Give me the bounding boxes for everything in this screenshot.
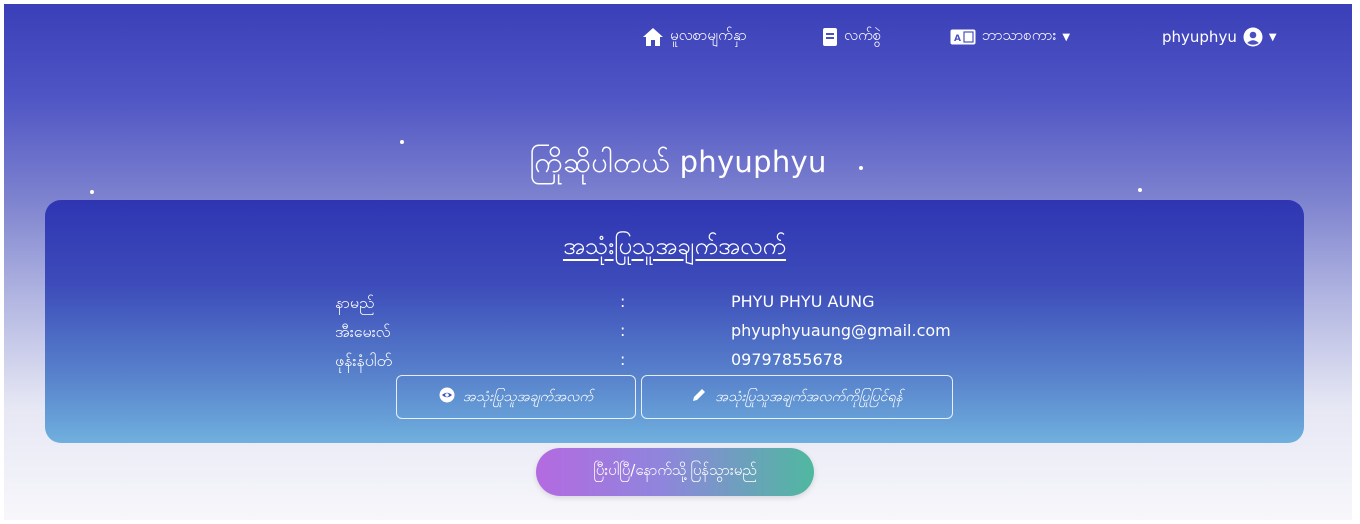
profile-row-phone: ဖုန်းနံပါတ် : 09797855678 xyxy=(45,350,1304,376)
profile-row-separator: : xyxy=(620,321,626,340)
profile-row-separator: : xyxy=(620,292,626,311)
nav-book-label: လက်စွဲ xyxy=(844,26,882,44)
profile-card: အသုံးပြုသူအချက်အလက် နာမည် : PHYU PHYU AU… xyxy=(45,200,1304,443)
eye-icon xyxy=(439,387,455,407)
profile-row-value: PHYU PHYU AUNG xyxy=(731,292,875,311)
page-background: မူလစာမျက်နှာ လက်စွဲ A ဘာသာစကား ▼ phyuphy… xyxy=(4,4,1352,520)
caret-down-icon: ▼ xyxy=(1268,31,1277,43)
profile-row-key: ဖုန်းနံပါတ် xyxy=(335,351,393,370)
svg-text:A: A xyxy=(954,34,961,44)
nav-user-label: phyuphyu xyxy=(1162,28,1237,46)
profile-row-email: အီးမေးလ် : phyuphyuaung@gmail.com xyxy=(45,321,1304,347)
profile-row-key: အီးမေးလ် xyxy=(335,322,391,341)
view-profile-label: အသုံးပြုသူအချက်အလက် xyxy=(462,388,594,405)
caret-down-icon: ▼ xyxy=(1062,31,1071,43)
home-icon xyxy=(642,27,664,47)
profile-card-title: အသုံးပြုသူအချက်အလက် xyxy=(562,232,787,260)
welcome-heading: ကြိုဆိုပါတယ် phyuphyu xyxy=(529,145,827,179)
book-icon xyxy=(822,27,838,47)
nav-home-link[interactable]: မူလစာမျက်နှာ xyxy=(642,22,747,52)
star-dot xyxy=(1138,188,1142,192)
profile-row-key: နာမည် xyxy=(335,293,375,312)
nav-user-dropdown[interactable]: phyuphyu ▼ xyxy=(1162,22,1277,52)
profile-row-name: နာမည် : PHYU PHYU AUNG xyxy=(45,292,1304,318)
nav-home-label: မူလစာမျက်နှာ xyxy=(670,26,747,44)
nav-language-label: ဘာသာစကား xyxy=(982,26,1057,44)
language-card-icon: A xyxy=(950,29,976,45)
view-profile-button[interactable]: အသုံးပြုသူအချက်အလက် xyxy=(396,375,636,419)
edit-profile-button[interactable]: အသုံးပြုသူအချက်အလက်ကိုပြုပြင်ရန် xyxy=(641,375,953,419)
nav-language-dropdown[interactable]: A ဘာသာစကား ▼ xyxy=(950,22,1070,52)
pencil-icon xyxy=(691,387,707,407)
user-circle-icon xyxy=(1243,27,1263,47)
back-button[interactable]: ပြီးပါပြီ/နောက်သို့ပြန်သွားမည် xyxy=(536,448,814,496)
edit-profile-label: အသုံးပြုသူအချက်အလက်ကိုပြုပြင်ရန် xyxy=(715,388,903,405)
nav-book-link[interactable]: လက်စွဲ xyxy=(822,22,881,52)
star-dot xyxy=(90,190,94,194)
profile-row-separator: : xyxy=(620,350,626,369)
profile-row-value: 09797855678 xyxy=(731,350,843,369)
profile-row-value: phyuphyuaung@gmail.com xyxy=(731,321,951,340)
